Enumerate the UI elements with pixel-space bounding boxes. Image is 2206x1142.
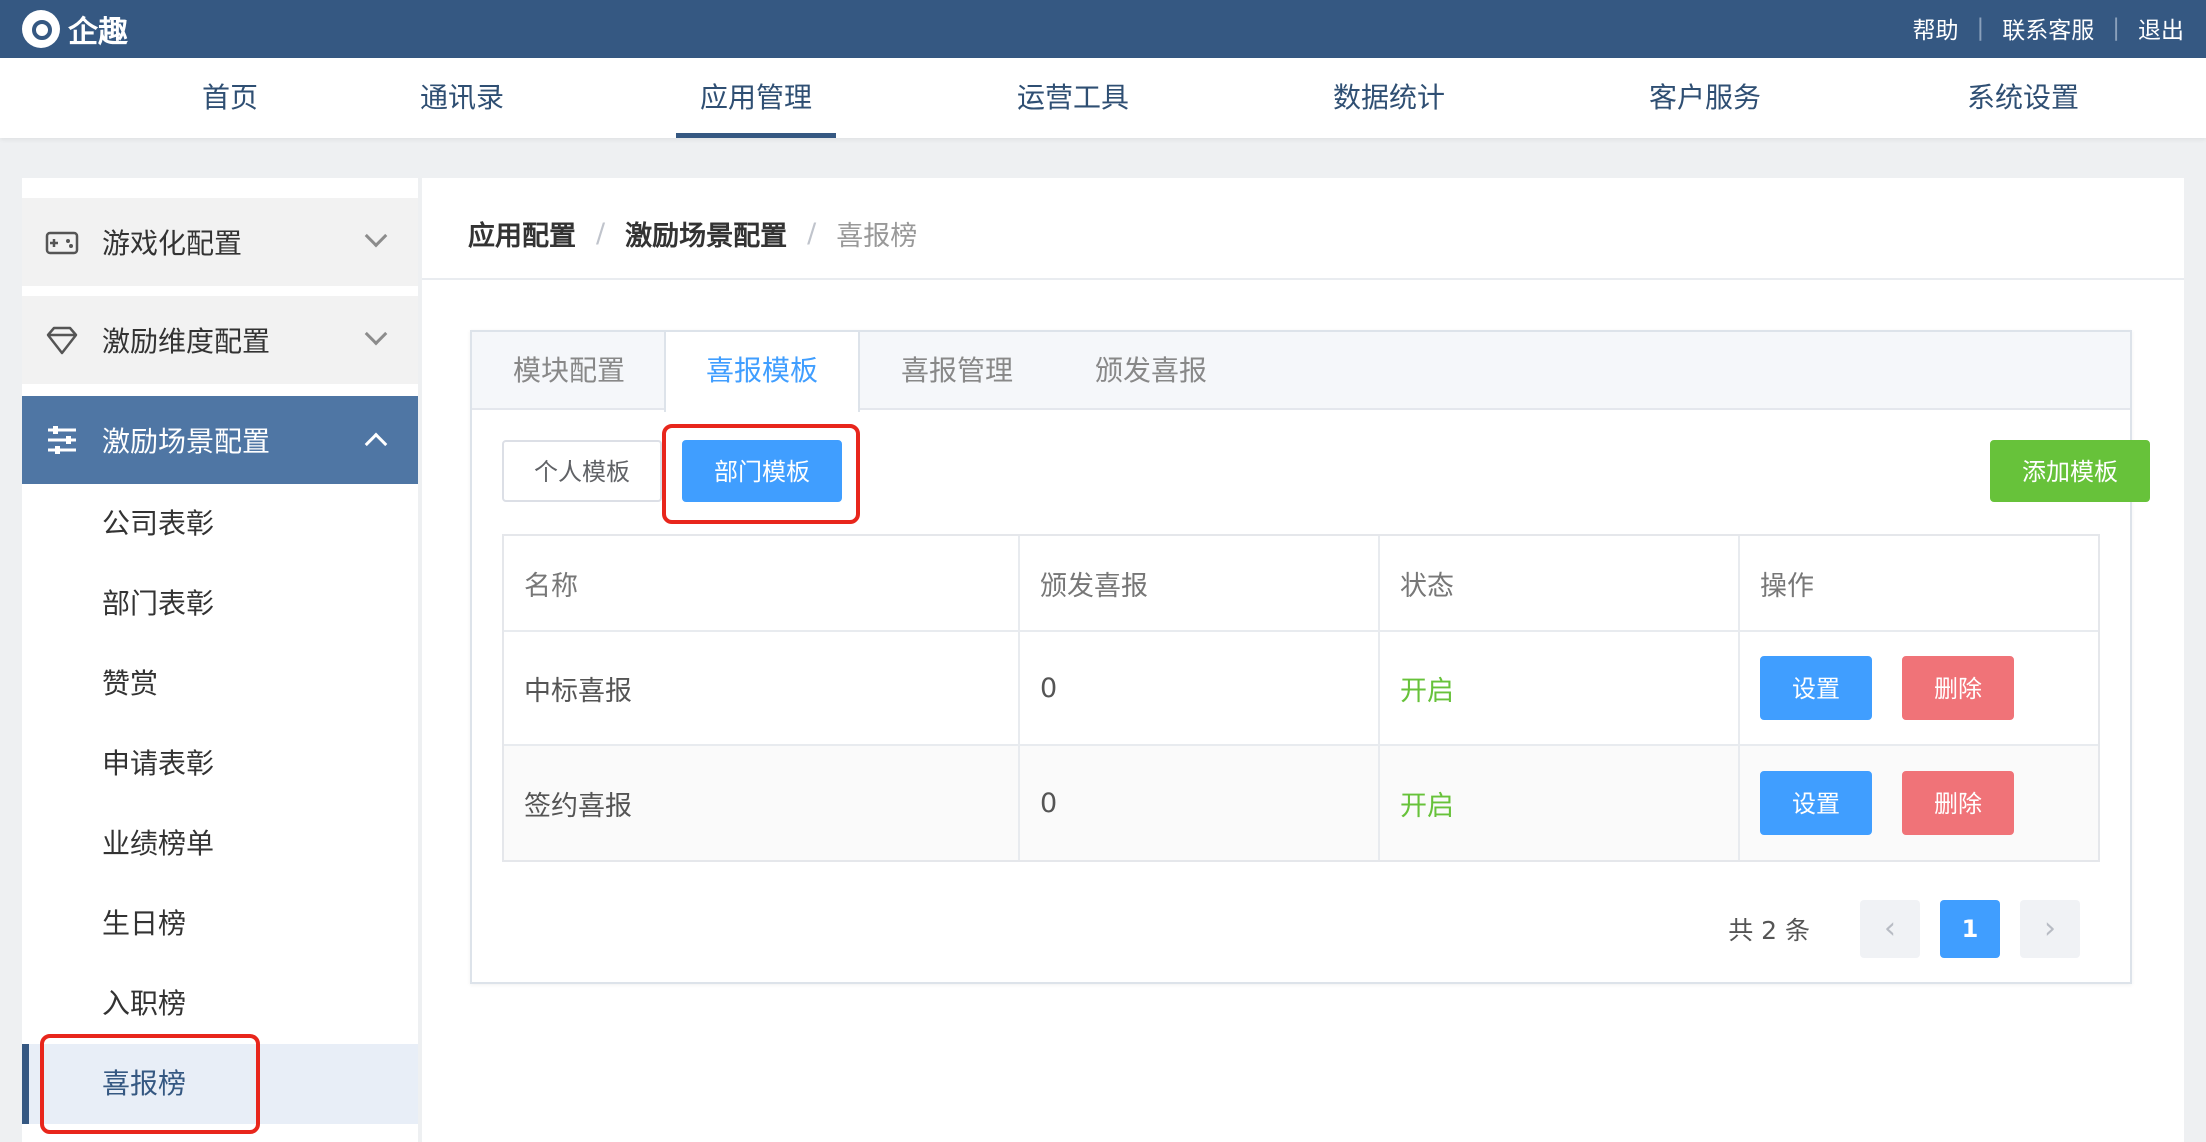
nav-home[interactable]: 首页 <box>170 58 290 138</box>
sidebar-item-good-news-ranking[interactable]: 喜报榜 <box>22 1044 418 1124</box>
nav-customer-service[interactable]: 客户服务 <box>1632 58 1778 138</box>
app-logo[interactable]: 企趣 <box>22 8 128 50</box>
cell-issued: 0 <box>1020 746 1380 860</box>
template-table: 名称 颁发喜报 状态 操作 中标喜报 0 开启 设置 删除 签约喜报 0 开启 … <box>502 534 2100 862</box>
nav-data-stats[interactable]: 数据统计 <box>1316 58 1462 138</box>
sidebar-group-label: 激励场景配置 <box>102 425 271 458</box>
sidebar: 游戏化配置 激励维度配置 激励场景配置 公司表彰 部门表彰 赞赏 申请表彰 业绩… <box>22 178 418 1142</box>
nav-operation-tools[interactable]: 运营工具 <box>1000 58 1146 138</box>
pagination-total: 共 2 条 <box>1728 916 1810 945</box>
sliders-icon <box>48 426 76 454</box>
sidebar-item-company-commendation[interactable]: 公司表彰 <box>22 484 418 564</box>
add-template-button[interactable]: 添加模板 <box>1990 440 2150 502</box>
cell-actions: 设置 删除 <box>1740 746 2098 860</box>
separator: | <box>2112 15 2120 41</box>
personal-template-button[interactable]: 个人模板 <box>502 440 662 502</box>
main-content: 应用配置 / 激励场景配置 / 喜报榜 模块配置 喜报模板 喜报管理 颁发喜报 … <box>422 178 2184 1142</box>
breadcrumb-separator: / <box>596 217 606 249</box>
sidebar-group-gamification[interactable]: 游戏化配置 <box>22 198 418 286</box>
app-name: 企趣 <box>68 15 128 50</box>
delete-button[interactable]: 删除 <box>1902 771 2014 835</box>
sidebar-item-apply-commendation[interactable]: 申请表彰 <box>22 724 418 804</box>
top-bar: 企趣 帮助 | 联系客服 | 退出 <box>0 0 2206 58</box>
breadcrumb-item-app-config[interactable]: 应用配置 <box>468 214 576 253</box>
contact-support-link[interactable]: 联系客服 <box>2002 11 2094 45</box>
top-links: 帮助 | 联系客服 | 退出 <box>1913 10 2185 46</box>
tab-issue-good-news[interactable]: 颁发喜报 <box>1054 332 1248 410</box>
breadcrumb-item-incentive-scene[interactable]: 激励场景配置 <box>625 214 787 253</box>
breadcrumb-item-current: 喜报榜 <box>836 220 918 252</box>
prev-page-button[interactable]: ‹ <box>1860 900 1920 958</box>
cell-actions: 设置 删除 <box>1740 632 2098 744</box>
table-header-row: 名称 颁发喜报 状态 操作 <box>504 536 2098 632</box>
nav-contacts[interactable]: 通讯录 <box>400 58 524 138</box>
breadcrumb-separator: / <box>807 217 817 249</box>
table-row: 签约喜报 0 开启 设置 删除 <box>504 746 2098 860</box>
sidebar-group-label: 激励维度配置 <box>102 325 271 358</box>
separator: | <box>1976 15 1985 41</box>
column-header-issued: 颁发喜报 <box>1020 536 1380 630</box>
column-header-name: 名称 <box>504 536 1020 630</box>
settings-button[interactable]: 设置 <box>1760 771 1872 835</box>
department-template-button[interactable]: 部门模板 <box>682 440 842 502</box>
chevron-up-icon <box>364 432 388 456</box>
sidebar-group-label: 游戏化配置 <box>102 227 243 260</box>
nav-app-management[interactable]: 应用管理 <box>676 58 836 138</box>
page-number-button[interactable]: 1 <box>1940 900 2000 958</box>
cell-name: 签约喜报 <box>504 746 1020 860</box>
column-header-actions: 操作 <box>1760 570 1814 602</box>
breadcrumb: 应用配置 / 激励场景配置 / 喜报榜 <box>468 208 917 258</box>
sidebar-item-onboarding-ranking[interactable]: 入职榜 <box>22 964 418 1044</box>
chevron-down-icon <box>364 322 388 346</box>
cell-name: 中标喜报 <box>504 632 1020 744</box>
logout-link[interactable]: 退出 <box>2138 11 2184 45</box>
sidebar-item-birthday-ranking[interactable]: 生日榜 <box>22 884 418 964</box>
main-nav: 首页 通讯录 应用管理 运营工具 数据统计 客户服务 系统设置 <box>0 58 2206 138</box>
gamepad-icon <box>45 231 79 255</box>
delete-button[interactable]: 删除 <box>1902 656 2014 720</box>
tab-module-config[interactable]: 模块配置 <box>472 332 666 410</box>
cell-issued: 0 <box>1020 632 1380 744</box>
tab-bar: 模块配置 喜报模板 喜报管理 颁发喜报 <box>472 332 2130 412</box>
sidebar-item-performance-ranking[interactable]: 业绩榜单 <box>22 804 418 884</box>
nav-system-settings[interactable]: 系统设置 <box>1950 58 2096 138</box>
column-header-status: 状态 <box>1380 536 1740 630</box>
sidebar-group-incentive-scene[interactable]: 激励场景配置 <box>22 396 418 484</box>
sidebar-item-department-commendation[interactable]: 部门表彰 <box>22 564 418 644</box>
tab-good-news-management[interactable]: 喜报管理 <box>860 332 1054 410</box>
pagination: 共 2 条 ‹ 1 › <box>1728 900 2080 958</box>
tab-good-news-template[interactable]: 喜报模板 <box>664 332 860 412</box>
logo-icon <box>22 10 60 48</box>
sidebar-group-incentive-dimension[interactable]: 激励维度配置 <box>22 296 418 384</box>
table-row: 中标喜报 0 开启 设置 删除 <box>504 632 2098 746</box>
cell-status: 开启 <box>1380 632 1740 744</box>
help-link[interactable]: 帮助 <box>1913 11 1959 45</box>
cell-status: 开启 <box>1380 746 1740 860</box>
settings-button[interactable]: 设置 <box>1760 656 1872 720</box>
divider <box>422 278 2184 280</box>
diamond-icon <box>46 326 78 355</box>
chevron-down-icon <box>364 224 388 248</box>
tab-card: 模块配置 喜报模板 喜报管理 颁发喜报 个人模板 部门模板 添加模板 名称 颁发… <box>470 330 2150 984</box>
sidebar-item-appreciation[interactable]: 赞赏 <box>22 644 418 724</box>
next-page-button[interactable]: › <box>2020 900 2080 958</box>
